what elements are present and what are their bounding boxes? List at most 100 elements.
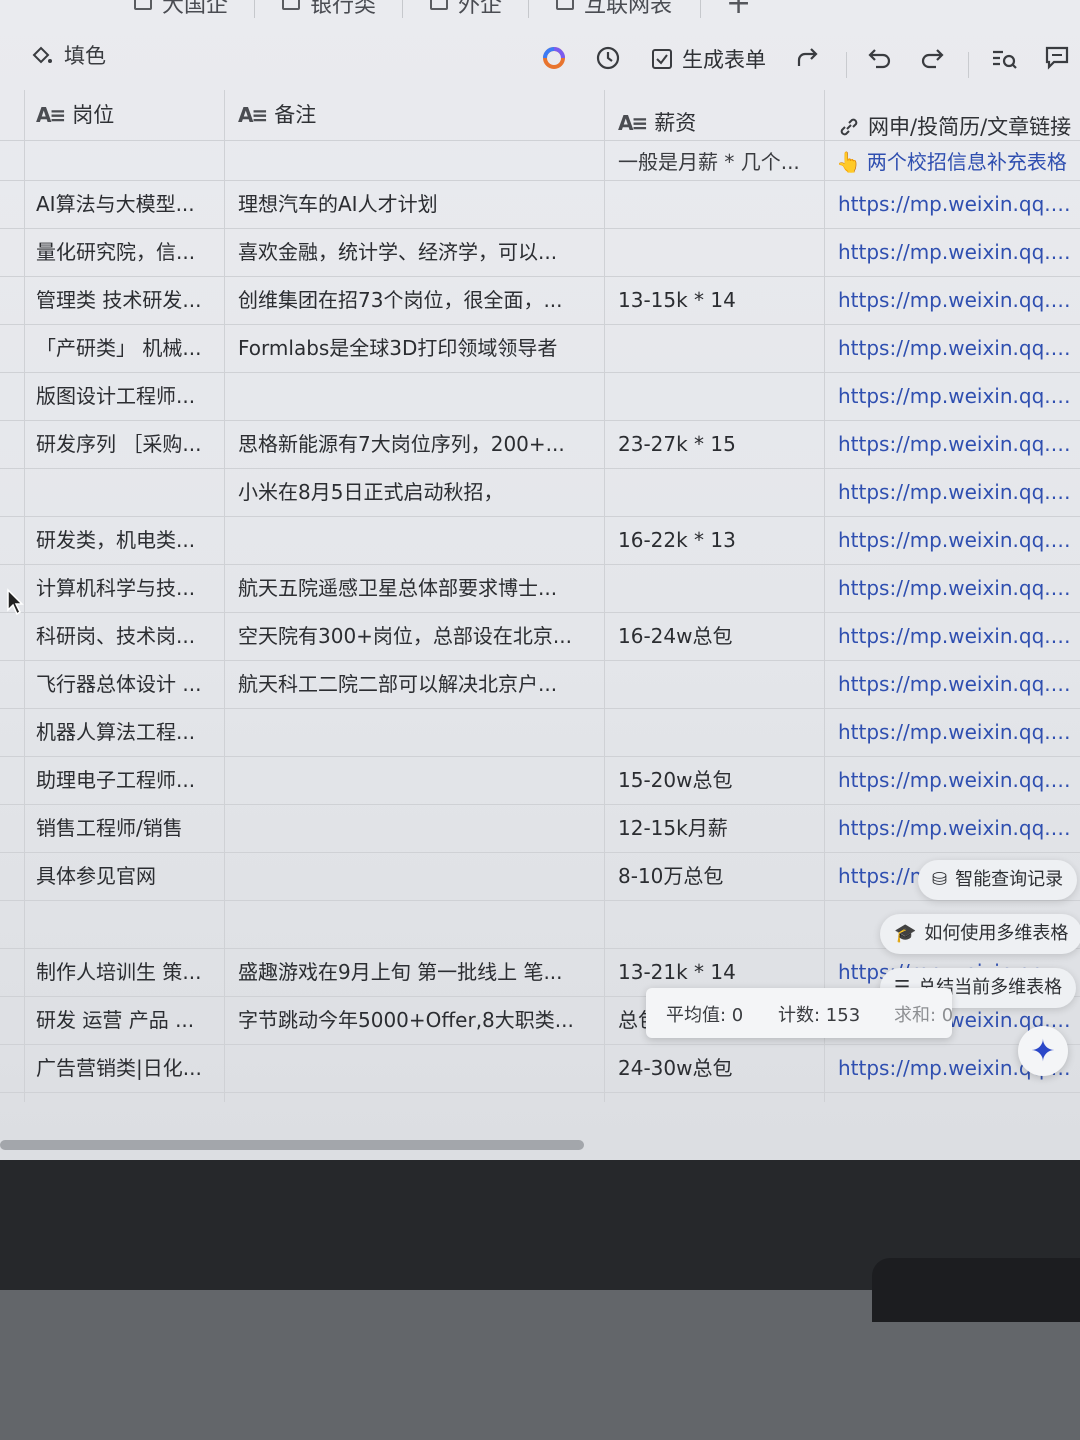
position-cell[interactable]: 研发类，机电类... [24, 516, 222, 564]
table-row[interactable]: 机器人算法工程... https://mp.weixin.qq.co... [0, 708, 1080, 756]
fill-color-button[interactable]: 填色 [30, 40, 106, 70]
link-cell[interactable]: https://mp.weixin.qq.co... [826, 756, 1080, 804]
position-cell[interactable] [24, 468, 222, 516]
view-tab-1[interactable]: 大国企 [134, 0, 228, 18]
position-cell[interactable]: 制作人培训生 策... [24, 948, 222, 996]
table-row[interactable]: 助理电子工程师... 15-20w总包 https://mp.weixin.qq.c… [0, 756, 1080, 804]
position-cell[interactable]: 管理类 技术研发... [24, 276, 222, 324]
notes-cell[interactable] [226, 900, 602, 948]
link-cell[interactable]: https://mp.weixin.qq.co... [826, 804, 1080, 852]
salary-cell[interactable] [606, 228, 822, 276]
salary-cell[interactable]: 15-20w总包 [606, 756, 822, 804]
notes-cell[interactable]: 盛趣游戏在9月上旬 第一批线上 笔... [226, 948, 602, 996]
salary-cell[interactable]: 23-27k * 15 [606, 420, 822, 468]
salary-cell[interactable]: 16-22k * 13 [606, 516, 822, 564]
salary-cell[interactable] [606, 324, 822, 372]
link-cell[interactable]: https://mp.weixin.qq.co... [826, 708, 1080, 756]
link-cell[interactable]: https://mp.weixin.qq.co... [826, 468, 1080, 516]
table-row[interactable]: 小米在8月5日正式启动秋招， https://mp.weixin.qq.co... [0, 468, 1080, 516]
table-row[interactable]: 版图设计工程师... https://mp.weixin.qq.co... [0, 372, 1080, 420]
undo-button[interactable] [866, 44, 894, 72]
table-row[interactable]: 「产研类」 机械... Formlabs是全球3D打印领域领导者 https://m… [0, 324, 1080, 372]
ai-sparkle-button[interactable]: ✦ [1018, 1026, 1068, 1076]
table-row[interactable]: 量化研究院，信... 喜欢金融，统计学、经济学，可以... https://mp.w… [0, 228, 1080, 276]
notes-cell[interactable]: 理想汽车的AI人才计划 [226, 180, 602, 228]
notes-cell[interactable]: 字节跳动今年5000+Offer,8大职类... [226, 996, 602, 1044]
position-cell[interactable]: 飞行器总体设计 ... [24, 660, 222, 708]
position-cell[interactable]: 助理电子工程师... [24, 756, 222, 804]
table-row[interactable]: 科研岗、技术岗... 空天院有300+岗位，总部设在北京... 16-24w总包 ht… [0, 612, 1080, 660]
history-button[interactable] [594, 44, 622, 72]
column-header-notes[interactable]: A≡ 备注 [226, 90, 606, 140]
table-row[interactable]: 广告营销类|日化... 24-30w总包 https://mp.weixin.qq.… [0, 1044, 1080, 1092]
position-cell[interactable]: 销售工程师/销售 [24, 804, 222, 852]
table-row[interactable]: 飞行器总体设计 ... 航天科工二院二部可以解决北京户... https://mp.… [0, 660, 1080, 708]
salary-cell[interactable] [606, 180, 822, 228]
ai-assistant-button[interactable] [540, 44, 568, 72]
table-row[interactable]: 研发类，机电类... 16-22k * 13 https://mp.weixin.q… [0, 516, 1080, 564]
link-cell[interactable]: https://mp.weixin.qq.co... [826, 420, 1080, 468]
view-tab-3[interactable]: 外企 [430, 0, 502, 18]
salary-cell[interactable] [606, 564, 822, 612]
link-cell[interactable]: https://mp.weixin.qq.co... [826, 516, 1080, 564]
salary-cell[interactable]: 16-24w总包 [606, 612, 822, 660]
notes-cell[interactable]: 空天院有300+岗位，总部设在北京... [226, 612, 602, 660]
generate-form-button[interactable]: 生成表单 [650, 44, 766, 74]
position-cell[interactable]: 机器人算法工程... [24, 708, 222, 756]
salary-cell[interactable]: 12-15k月薪 [606, 804, 822, 852]
view-tab-4[interactable]: 互联网表 [556, 0, 672, 18]
smart-query-button[interactable]: ⛁ 智能查询记录 [918, 860, 1078, 900]
position-cell[interactable]: 量化研究院，信... [24, 228, 222, 276]
share-button[interactable] [794, 44, 822, 72]
link-cell[interactable]: https://mp.weixin.qq.co... [826, 228, 1080, 276]
table-row[interactable]: 计算机科学与技... 航天五院遥感卫星总体部要求博士... https://mp.w… [0, 564, 1080, 612]
position-cell[interactable]: 「产研类」 机械... [24, 324, 222, 372]
salary-cell[interactable] [606, 468, 822, 516]
notes-cell[interactable] [226, 516, 602, 564]
view-tab-2[interactable]: 银行类 [282, 0, 376, 18]
link-cell[interactable]: https://mp.weixin.qq.co... [826, 180, 1080, 228]
redo-button[interactable] [918, 44, 946, 72]
salary-cell[interactable] [606, 660, 822, 708]
position-cell[interactable] [24, 900, 222, 948]
notes-cell[interactable] [226, 1044, 602, 1092]
notes-cell[interactable] [226, 804, 602, 852]
search-replace-button[interactable] [990, 44, 1018, 72]
position-cell[interactable]: 版图设计工程师... [24, 372, 222, 420]
notes-cell[interactable] [226, 708, 602, 756]
notes-cell[interactable]: 航天科工二院二部可以解决北京户... [226, 660, 602, 708]
notes-cell[interactable] [226, 372, 602, 420]
salary-cell[interactable]: 24-30w总包 [606, 1044, 822, 1092]
salary-cell[interactable]: 8-10万总包 [606, 852, 822, 900]
notes-cell[interactable] [226, 852, 602, 900]
notes-cell[interactable]: 小米在8月5日正式启动秋招， [226, 468, 602, 516]
notes-cell[interactable]: Formlabs是全球3D打印领域领导者 [226, 324, 602, 372]
position-cell[interactable]: 计算机科学与技... [24, 564, 222, 612]
add-view-icon[interactable]: + [726, 0, 751, 20]
notes-cell[interactable]: 航天五院遥感卫星总体部要求博士... [226, 564, 602, 612]
notes-cell[interactable]: 创维集团在招73个岗位，很全面，... [226, 276, 602, 324]
salary-cell[interactable] [606, 708, 822, 756]
notes-cell[interactable] [226, 756, 602, 804]
table-row[interactable]: 销售工程师/销售 12-15k月薪 https://mp.weixin.qq.co.… [0, 804, 1080, 852]
position-cell[interactable]: 具体参见官网 [24, 852, 222, 900]
salary-cell[interactable] [606, 900, 822, 948]
position-cell[interactable]: 研发序列 ［采购... [24, 420, 222, 468]
column-header-position[interactable]: A≡ 岗位 [24, 90, 226, 140]
notes-cell[interactable]: 喜欢金融，统计学、经济学，可以... [226, 228, 602, 276]
notes-cell[interactable]: 思格新能源有7大岗位序列，200+... [226, 420, 602, 468]
salary-cell[interactable] [606, 372, 822, 420]
position-cell[interactable]: AI算法与大模型... [24, 180, 222, 228]
link-cell[interactable]: https://mp.weixin.qq.co... [826, 564, 1080, 612]
position-cell[interactable]: 研发 运营 产品 ... [24, 996, 222, 1044]
horizontal-scrollbar[interactable] [0, 1140, 584, 1150]
comment-button[interactable] [1044, 44, 1070, 70]
link-cell[interactable]: https://mp.weixin.qq.co... [826, 372, 1080, 420]
link-column-description[interactable]: 👆 两个校招信息补充表格 [836, 142, 1080, 182]
how-to-use-button[interactable]: 🎓 如何使用多维表格 [880, 914, 1080, 954]
table-row[interactable]: 研发序列 ［采购... 思格新能源有7大岗位序列，200+... 23-27k * … [0, 420, 1080, 468]
link-cell[interactable]: https://mp.weixin.qq.co... [826, 612, 1080, 660]
link-cell[interactable]: https://mp.weixin.qq.co... [826, 276, 1080, 324]
position-cell[interactable]: 广告营销类|日化... [24, 1044, 222, 1092]
link-cell[interactable]: https://mp.weixin.qq.co... [826, 660, 1080, 708]
